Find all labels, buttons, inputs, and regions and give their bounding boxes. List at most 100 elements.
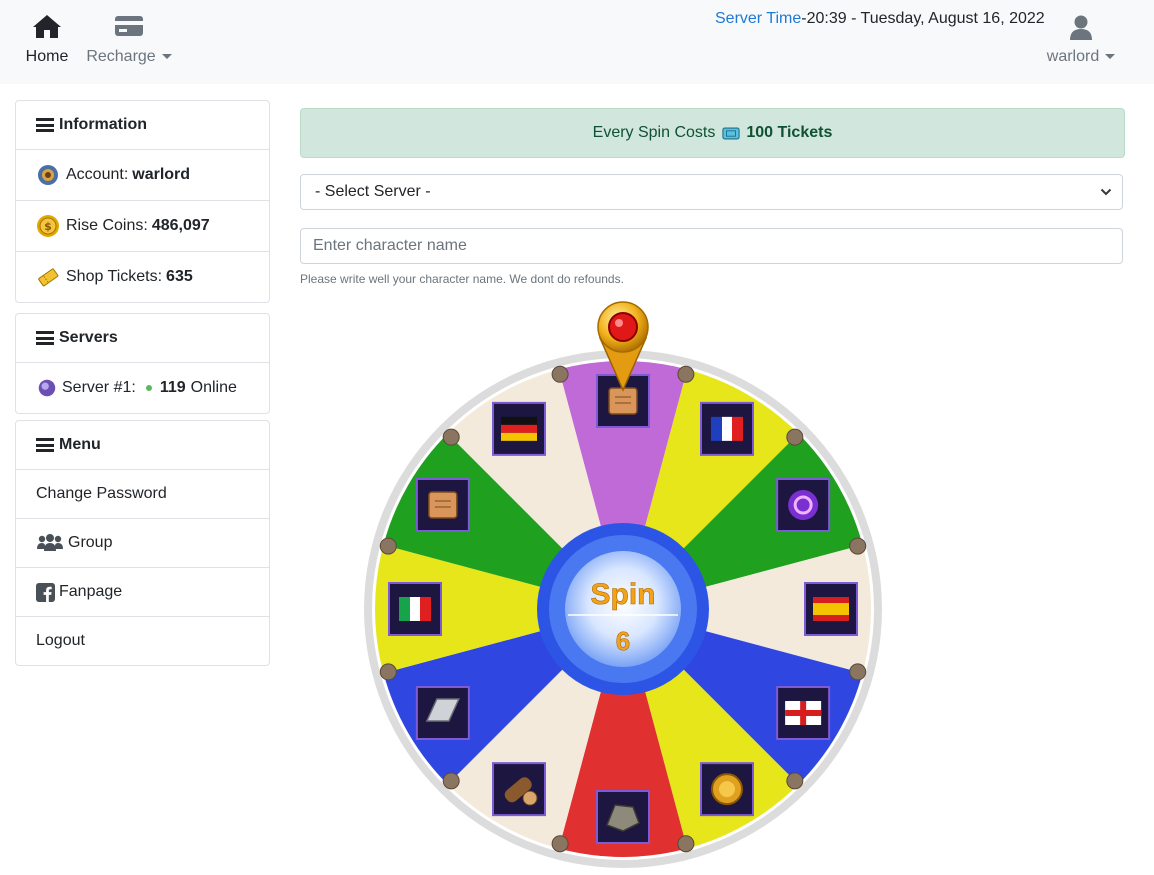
- spin-label: Spin: [591, 578, 656, 611]
- italy-flag-icon: [399, 597, 431, 621]
- wheel-peg: [786, 428, 804, 446]
- bars-icon: [36, 331, 54, 345]
- chevron-down-icon: [1105, 54, 1116, 60]
- servers-header: Servers: [16, 314, 269, 363]
- coin-icon: $: [37, 215, 59, 237]
- information-title: Information: [59, 116, 147, 133]
- tickets-label: Shop Tickets:: [66, 268, 163, 285]
- wheel-peg: [379, 537, 397, 555]
- wheel-peg: [442, 428, 460, 446]
- character-name-help: Please write well your character name. W…: [300, 272, 624, 286]
- coins-row: $ Rise Coins: 486,097: [16, 201, 269, 252]
- prize-tile: [596, 790, 650, 844]
- menu-title: Menu: [59, 436, 101, 453]
- ticket-icon: [38, 268, 59, 287]
- prize-tile: [700, 401, 754, 456]
- character-name-input[interactable]: Enter character name: [300, 228, 1123, 264]
- wheel-peg: [786, 772, 804, 790]
- ticket-icon: [722, 127, 740, 139]
- top-navbar: Home Recharge Server Time-20:39 - Tuesda…: [0, 0, 1154, 84]
- character-name-placeholder: Enter character name: [313, 237, 467, 254]
- wheel-peg: [551, 835, 569, 853]
- spin-count: 6: [616, 626, 630, 656]
- prize-tile: [776, 686, 831, 740]
- wheel-peg: [379, 663, 397, 681]
- wheel-graphic: Spin 6: [364, 301, 882, 868]
- user-icon: [1070, 15, 1092, 40]
- spin-cost-text: Every Spin Costs: [592, 124, 716, 141]
- svg-text:$: $: [44, 220, 52, 233]
- users-icon: [37, 534, 63, 551]
- chevron-down-icon: [1100, 188, 1112, 196]
- server-time-value: -20:39 - Tuesday, August 16, 2022: [801, 10, 1045, 27]
- england-flag-icon: [785, 701, 822, 725]
- gold-coin-icon: [711, 773, 743, 806]
- prize-tile: [804, 582, 858, 636]
- online-status-dot: [145, 385, 152, 391]
- spain-flag-icon: [813, 597, 849, 621]
- nav-recharge-dropdown[interactable]: Recharge: [84, 12, 174, 66]
- prize-tile: [700, 762, 754, 817]
- wheel-peg: [849, 537, 867, 555]
- spin-cost-value: 100 Tickets: [746, 124, 833, 141]
- menu-item-label: Change Password: [36, 485, 167, 502]
- server-row: Server #1: 119 Online: [16, 363, 269, 413]
- wheel-peg: [442, 772, 460, 790]
- spin-cost-alert: Every Spin Costs 100 Tickets: [300, 108, 1125, 158]
- account-value: warlord: [132, 166, 191, 183]
- online-label: Online: [190, 379, 237, 396]
- spin-button[interactable]: Spin 6: [565, 551, 681, 667]
- chevron-down-icon: [161, 54, 172, 60]
- account-label: Account:: [66, 166, 129, 183]
- account-row: Account: warlord: [16, 150, 269, 201]
- france-flag-icon: [711, 416, 743, 441]
- prize-tile: [415, 686, 470, 740]
- coins-value: 486,097: [151, 217, 210, 234]
- prize-tile: [492, 762, 546, 817]
- prize-wheel: Spin 6: [362, 298, 884, 870]
- prize-tile: [492, 401, 546, 456]
- server-label: Server #1:: [62, 379, 136, 396]
- bars-icon: [36, 438, 54, 452]
- wheel-peg: [677, 365, 695, 383]
- server-orb-icon: [38, 379, 56, 397]
- menu-item-fanpage[interactable]: Fanpage: [16, 568, 269, 617]
- menu-item-change-password[interactable]: Change Password: [16, 470, 269, 519]
- user-dropdown[interactable]: warlord: [1040, 12, 1122, 66]
- scroll-icon: [608, 387, 638, 415]
- prize-tile: [388, 582, 442, 636]
- online-count: 119: [159, 379, 186, 396]
- nav-home-label: Home: [25, 48, 69, 65]
- menu-item-label: Group: [68, 534, 113, 551]
- tickets-value: 635: [166, 268, 193, 285]
- menu-header: Menu: [16, 421, 269, 470]
- menu-item-label: Fanpage: [59, 583, 123, 600]
- menu-item-label: Logout: [36, 632, 85, 649]
- nav-recharge-label: Recharge: [86, 48, 156, 65]
- tickets-row: Shop Tickets: 635: [16, 252, 269, 302]
- wheel-peg: [551, 365, 569, 383]
- wheel-peg: [677, 835, 695, 853]
- credit-card-icon: [115, 16, 143, 36]
- facebook-icon: [36, 582, 55, 602]
- scroll-icon: [428, 491, 458, 519]
- menu-item-logout[interactable]: Logout: [16, 617, 269, 665]
- information-card: Information Account: warlord $ Rise Coins…: [15, 100, 270, 303]
- server-select[interactable]: - Select Server -: [300, 174, 1123, 210]
- wheel-peg: [849, 663, 867, 681]
- server-time-label: Server Time: [715, 10, 802, 27]
- germany-flag-icon: [501, 416, 537, 441]
- menu-card: Menu Change Password Group Fanpage Logou…: [15, 420, 270, 666]
- servers-card: Servers Server #1: 119 Online: [15, 313, 270, 414]
- bars-icon: [36, 118, 54, 132]
- menu-item-group[interactable]: Group: [16, 519, 269, 568]
- nav-home[interactable]: Home: [22, 12, 72, 66]
- account-avatar-icon: [38, 165, 58, 185]
- prize-tile: [415, 478, 470, 532]
- user-name: warlord: [1046, 48, 1100, 65]
- servers-title: Servers: [59, 329, 118, 346]
- home-icon: [33, 15, 61, 38]
- server-time: Server Time-20:39 - Tuesday, August 16, …: [715, 10, 1045, 28]
- coins-label: Rise Coins:: [66, 217, 148, 234]
- purple-orb-icon: [788, 490, 819, 520]
